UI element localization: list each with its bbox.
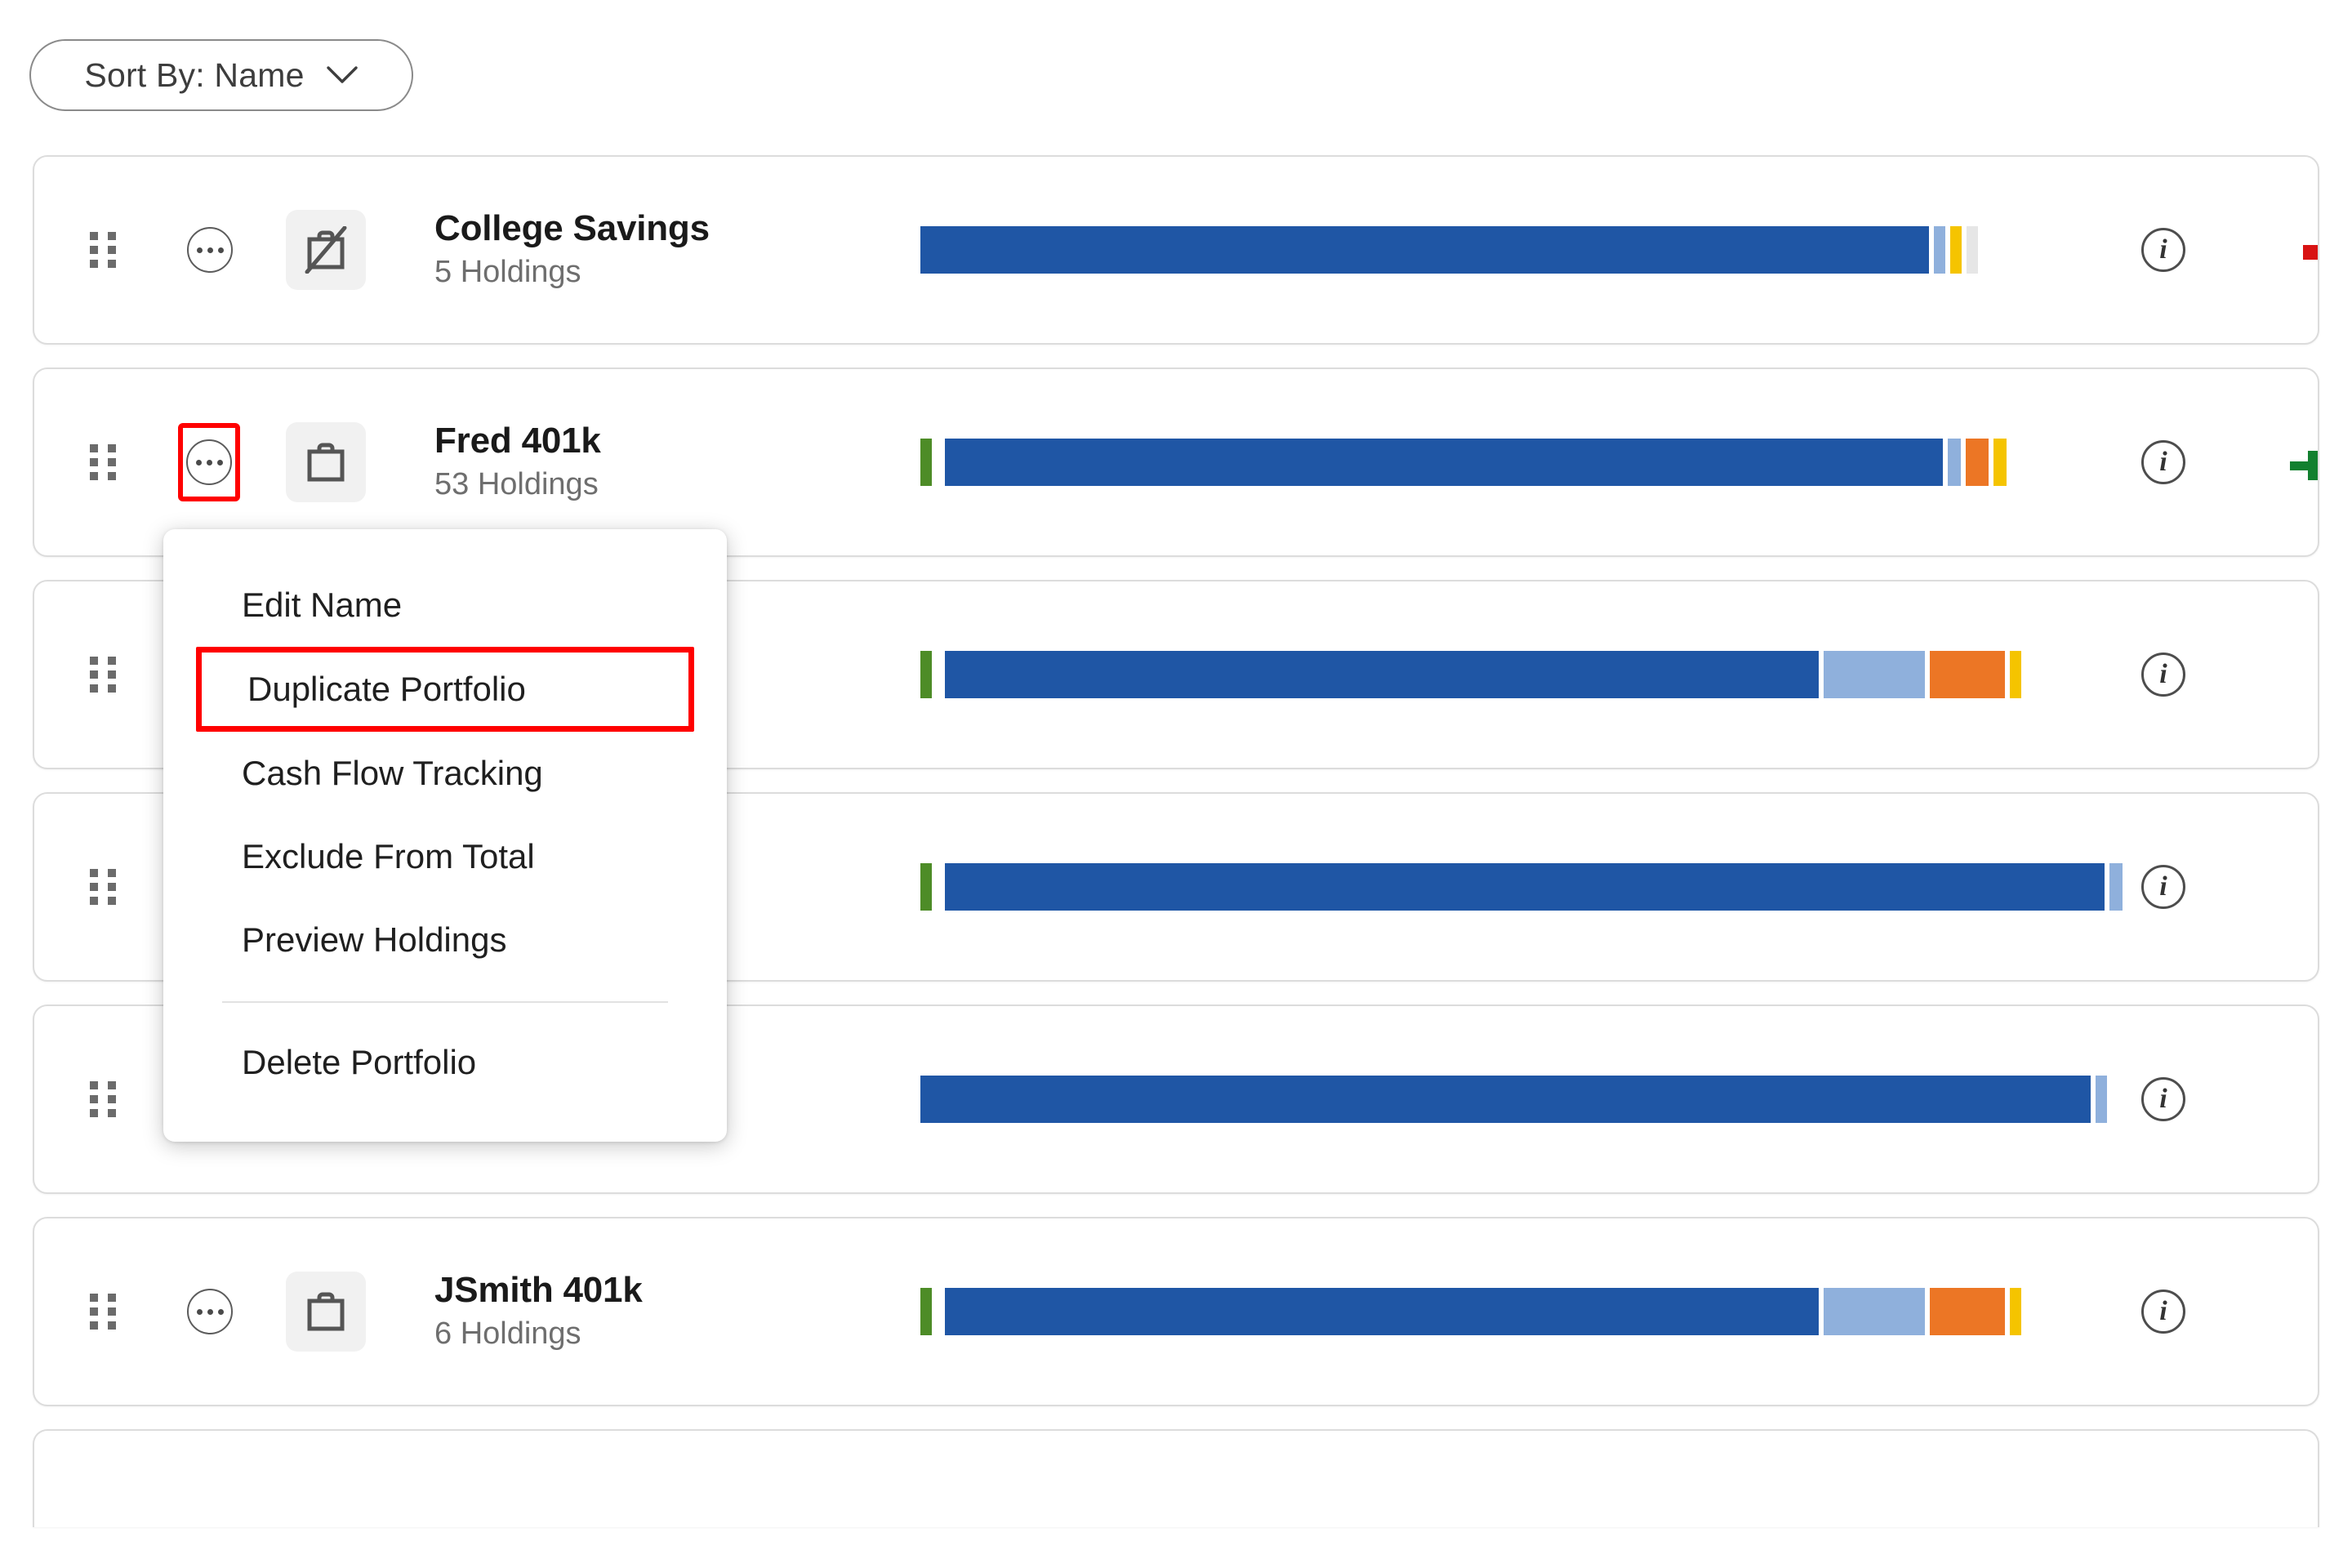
portfolio-name: JSmith 401k <box>434 1270 643 1311</box>
allocation-segment <box>2096 1076 2107 1123</box>
allocation-segment <box>2010 1288 2021 1335</box>
allocation-segment <box>1930 1288 2005 1335</box>
sort-by-dropdown[interactable]: Sort By: Name <box>29 39 413 111</box>
allocation-bar <box>920 651 2129 698</box>
edge-add-marker[interactable] <box>2290 451 2318 480</box>
portfolio-context-menu: Edit Name Duplicate Portfolio Cash Flow Tr… <box>163 529 727 1142</box>
allocation-segment <box>1993 439 2007 486</box>
briefcase-excluded-icon <box>286 210 366 290</box>
drag-handle-icon[interactable] <box>90 1081 118 1117</box>
drag-handle-icon[interactable] <box>90 444 118 480</box>
kebab-menu-icon[interactable] <box>187 227 233 273</box>
briefcase-icon <box>286 422 366 502</box>
info-icon[interactable]: i <box>2141 653 2185 697</box>
allocation-bar <box>920 1076 2129 1123</box>
allocation-segment <box>945 651 1819 698</box>
info-icon[interactable]: i <box>2141 1290 2185 1334</box>
portfolio-name-block: JSmith 401k 6 Holdings <box>434 1270 643 1353</box>
menu-item-delete-portfolio[interactable]: Delete Portfolio <box>163 1021 727 1104</box>
allocation-bar <box>920 439 2129 486</box>
allocation-segment <box>920 439 932 486</box>
portfolio-holdings-count: 5 Holdings <box>434 255 581 290</box>
edge-remove-marker[interactable] <box>2303 245 2318 260</box>
portfolio-options-button[interactable] <box>183 1285 237 1339</box>
portfolio-card[interactable]: College Savings 5 Holdings i <box>33 155 2319 345</box>
allocation-bar <box>920 226 2129 274</box>
portfolio-holdings-count: 6 Holdings <box>434 1316 581 1352</box>
chevron-down-icon <box>326 65 359 86</box>
allocation-segment <box>945 439 1943 486</box>
allocation-segment <box>920 1288 932 1335</box>
allocation-segment <box>1934 226 1945 274</box>
toolbar: Sort By: Name <box>0 0 2352 155</box>
portfolio-card-partial[interactable] <box>33 1429 2319 1527</box>
menu-item-exclude-from-total[interactable]: Exclude From Total <box>163 815 727 898</box>
menu-item-edit-name[interactable]: Edit Name <box>163 564 727 647</box>
kebab-menu-icon[interactable] <box>187 1289 233 1334</box>
menu-item-duplicate-portfolio[interactable]: Duplicate Portfolio <box>196 647 694 732</box>
sort-by-label: Sort By: Name <box>84 56 305 94</box>
allocation-segment <box>1967 226 1978 274</box>
drag-handle-icon[interactable] <box>90 232 118 268</box>
allocation-segment <box>920 651 932 698</box>
menu-item-preview-holdings[interactable]: Preview Holdings <box>163 898 727 982</box>
info-icon[interactable]: i <box>2141 1077 2185 1121</box>
allocation-segment <box>920 1076 2091 1123</box>
portfolio-options-button[interactable] <box>178 423 240 501</box>
allocation-segment <box>920 863 932 911</box>
portfolio-name-block: Fred 401k 53 Holdings <box>434 421 601 504</box>
kebab-menu-icon[interactable] <box>186 439 232 485</box>
portfolio-card[interactable]: JSmith 401k 6 Holdings i <box>33 1217 2319 1406</box>
allocation-segment <box>1950 226 1962 274</box>
portfolio-holdings-count: 53 Holdings <box>434 467 599 502</box>
allocation-segment <box>920 226 1929 274</box>
allocation-segment <box>2010 651 2021 698</box>
allocation-segment <box>945 1288 1819 1335</box>
menu-item-cash-flow-tracking[interactable]: Cash Flow Tracking <box>163 732 727 815</box>
allocation-segment <box>1824 1288 1925 1335</box>
drag-handle-icon[interactable] <box>90 869 118 905</box>
drag-handle-icon[interactable] <box>90 657 118 693</box>
allocation-segment <box>945 863 2105 911</box>
allocation-bar <box>920 1288 2129 1335</box>
portfolio-name: Fred 401k <box>434 421 601 461</box>
info-icon[interactable]: i <box>2141 865 2185 909</box>
drag-handle-icon[interactable] <box>90 1294 118 1330</box>
allocation-segment <box>1948 439 1961 486</box>
menu-divider <box>222 1001 668 1003</box>
allocation-bar <box>920 863 2129 911</box>
allocation-segment <box>1930 651 2005 698</box>
portfolio-name: College Savings <box>434 208 710 249</box>
briefcase-icon <box>286 1272 366 1352</box>
portfolio-options-button[interactable] <box>183 223 237 277</box>
allocation-segment <box>2109 863 2123 911</box>
info-icon[interactable]: i <box>2141 228 2185 272</box>
allocation-segment <box>1966 439 1989 486</box>
info-icon[interactable]: i <box>2141 440 2185 484</box>
allocation-segment <box>1824 651 1925 698</box>
portfolio-name-block: College Savings 5 Holdings <box>434 208 710 292</box>
